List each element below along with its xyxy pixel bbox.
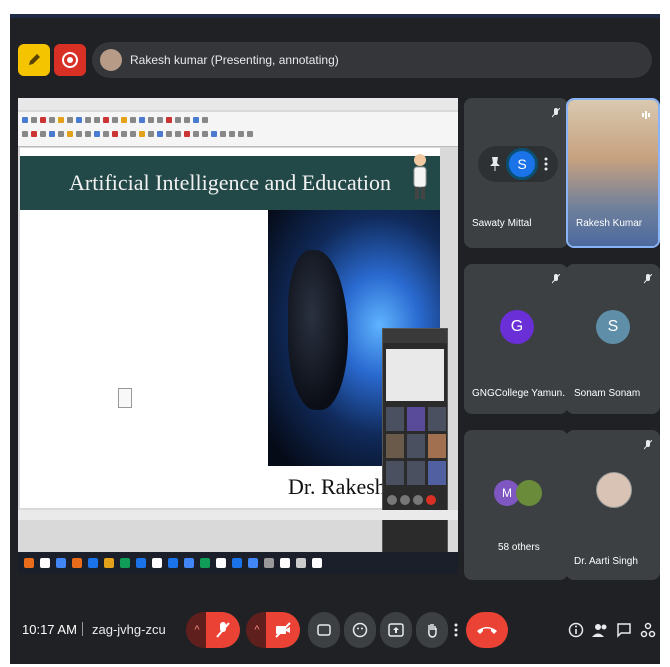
- chat-button[interactable]: [614, 620, 634, 640]
- phone-hangup-icon: [477, 627, 497, 634]
- slide-author: Dr. Rakesh: [288, 474, 386, 499]
- avatar: S: [596, 310, 630, 344]
- participant-name: Rakesh Kumar: [576, 218, 643, 229]
- leave-call-button[interactable]: [466, 612, 508, 648]
- avatar: [516, 480, 542, 506]
- info-icon: [568, 622, 584, 638]
- others-count: 58 others: [498, 542, 540, 553]
- avatar: G: [500, 310, 534, 344]
- shared-screen[interactable]: Artificial Intelligence and Education Dr…: [18, 98, 458, 574]
- windows-taskbar: [18, 552, 458, 574]
- presenter-label: Rakesh kumar (Presenting, annotating): [130, 53, 339, 67]
- record-icon: [62, 52, 78, 68]
- slide-title: Artificial Intelligence and Education: [69, 170, 391, 195]
- more-options-icon: [454, 623, 458, 637]
- people-icon: [592, 624, 607, 637]
- mic-off-icon: [552, 274, 560, 284]
- more-options-icon[interactable]: [544, 156, 548, 172]
- bottom-bar: 10:17 AM zag-jvhg-zcu ^ ^: [10, 600, 660, 660]
- participant-tile[interactable]: S Sawaty Mittal: [464, 98, 568, 248]
- cursor-icon: [118, 388, 132, 408]
- meet-mini-window[interactable]: [382, 328, 448, 574]
- participant-tile[interactable]: G GNGCollege Yamun...: [464, 264, 568, 414]
- meeting-details-button[interactable]: [566, 620, 586, 640]
- present-button[interactable]: [380, 612, 412, 648]
- mic-off-icon: [644, 440, 652, 450]
- avatar: [596, 472, 632, 508]
- ppt-status-bar: [18, 510, 458, 520]
- meet-window: Rakesh kumar (Presenting, annotating) Ar…: [10, 14, 660, 664]
- captions-button[interactable]: [308, 612, 340, 648]
- hand-icon: [428, 624, 437, 638]
- people-button[interactable]: [590, 620, 610, 640]
- activities-button[interactable]: [638, 620, 658, 640]
- avatar: [100, 49, 122, 71]
- pin-icon[interactable]: [488, 156, 502, 172]
- chat-icon: [617, 623, 631, 638]
- participant-name: Sonam Sonam: [574, 388, 641, 399]
- stop-annotation-button[interactable]: [18, 44, 50, 76]
- camera-off-icon: [275, 622, 291, 638]
- raise-hand-button[interactable]: [416, 612, 448, 648]
- ppt-menubar: [18, 98, 458, 110]
- captions-icon: [317, 624, 331, 636]
- participant-name: Dr. Aarti Singh: [574, 556, 638, 567]
- emoji-button[interactable]: [344, 612, 376, 648]
- meeting-code: zag-jvhg-zcu: [92, 622, 166, 637]
- others-tile[interactable]: M 58 others: [464, 430, 568, 580]
- avatar: S: [506, 148, 538, 180]
- stop-presenting-button[interactable]: [54, 44, 86, 76]
- top-bar: Rakesh kumar (Presenting, annotating): [10, 36, 660, 86]
- activities-icon: [640, 622, 656, 638]
- participant-name: Sawaty Mittal: [472, 218, 532, 229]
- camera-toggle-button[interactable]: [266, 612, 300, 648]
- camera-options-button[interactable]: ^: [246, 612, 268, 648]
- mic-off-icon: [552, 108, 560, 118]
- participant-tile[interactable]: S Sonam Sonam: [566, 264, 660, 414]
- audio-wave-icon: [642, 111, 650, 119]
- mic-off-icon: [216, 622, 230, 638]
- present-icon: [388, 623, 404, 637]
- presenter-banner: Rakesh kumar (Presenting, annotating): [92, 42, 652, 78]
- clock: 10:17 AM: [22, 622, 77, 637]
- mic-off-icon: [644, 274, 652, 284]
- pencil-icon: [29, 54, 40, 65]
- mic-toggle-button[interactable]: [206, 612, 240, 648]
- participant-tile-active-speaker[interactable]: Rakesh Kumar: [566, 98, 660, 248]
- participant-tile[interactable]: Dr. Aarti Singh: [566, 430, 660, 580]
- participant-name: GNGCollege Yamun...: [472, 388, 568, 399]
- teacher-clipart-icon: [413, 154, 427, 199]
- ppt-ribbon: [18, 112, 458, 147]
- tile-hover-controls: S: [478, 146, 558, 182]
- emoji-icon: [352, 622, 368, 638]
- more-options-button[interactable]: [446, 612, 466, 648]
- mic-options-button[interactable]: ^: [186, 612, 208, 648]
- slide: Artificial Intelligence and Education Dr…: [20, 148, 440, 508]
